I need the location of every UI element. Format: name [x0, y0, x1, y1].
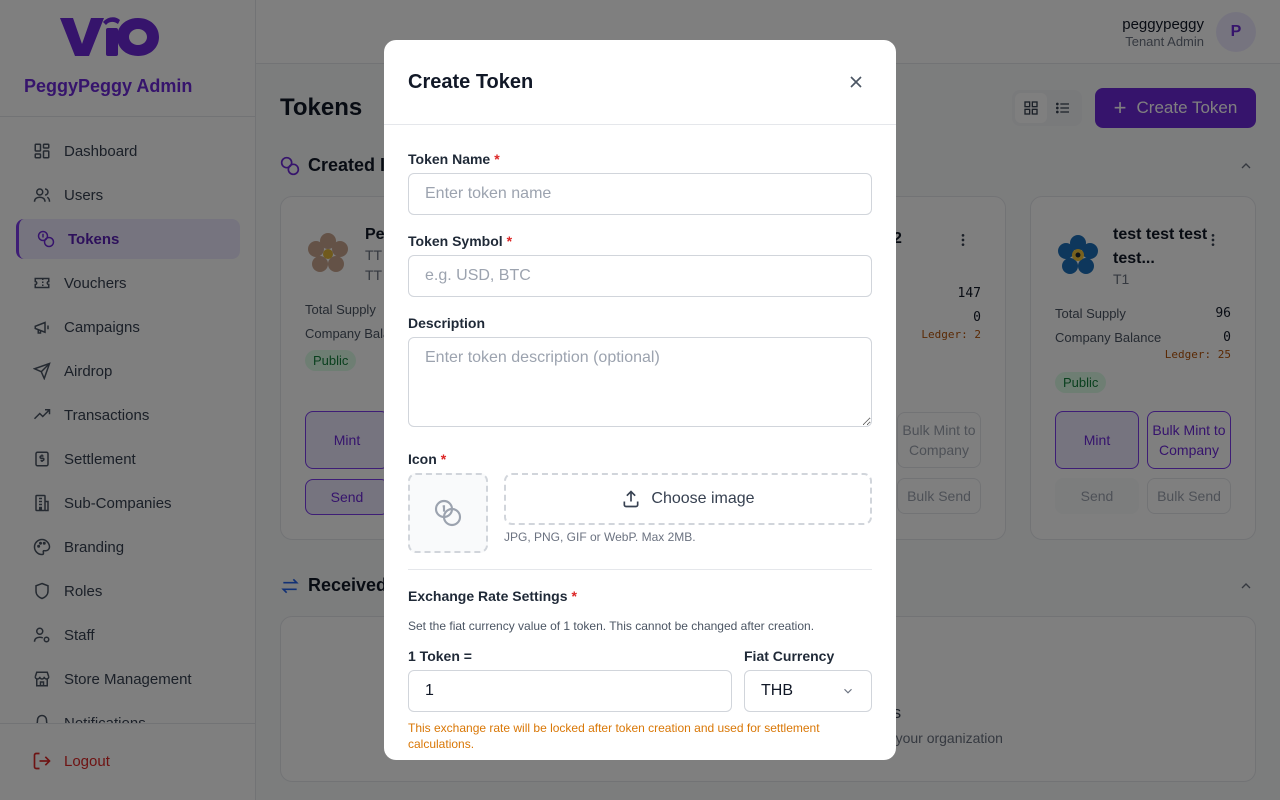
coins-placeholder-icon [434, 499, 462, 527]
modal-divider [408, 569, 872, 570]
exchange-rate-description: Set the fiat currency value of 1 token. … [408, 619, 815, 633]
token-name-label: Token Name * [408, 151, 500, 167]
icon-hint: JPG, PNG, GIF or WebP. Max 2MB. [504, 530, 696, 544]
token-name-input[interactable] [408, 173, 872, 215]
description-label: Description [408, 315, 486, 331]
modal-title: Create Token [408, 71, 534, 93]
icon-preview[interactable] [408, 473, 488, 553]
token-symbol-label: Token Symbol * [408, 233, 513, 249]
modal-header: Create Token [384, 40, 896, 125]
token-symbol-input[interactable] [408, 255, 872, 297]
exchange-rate-input[interactable] [408, 670, 732, 712]
description-textarea[interactable] [408, 337, 872, 427]
exchange-rate-warning: This exchange rate will be locked after … [408, 721, 820, 751]
fiat-currency-select[interactable]: THB [744, 670, 872, 712]
fiat-currency-label: Fiat Currency [744, 648, 835, 664]
choose-image-button[interactable]: Choose image [504, 473, 872, 525]
choose-image-label: Choose image [651, 490, 755, 507]
chevron-down-icon [844, 688, 852, 694]
fiat-currency-value: THB [761, 682, 793, 699]
rate-label: 1 Token = [408, 648, 472, 664]
exchange-rate-title: Exchange Rate Settings * [408, 588, 577, 604]
upload-icon [623, 490, 639, 508]
icon-label: Icon * [408, 451, 447, 467]
close-icon[interactable] [846, 72, 866, 92]
create-token-modal: Create Token Token Name* Token Symbol* D… [384, 40, 896, 760]
